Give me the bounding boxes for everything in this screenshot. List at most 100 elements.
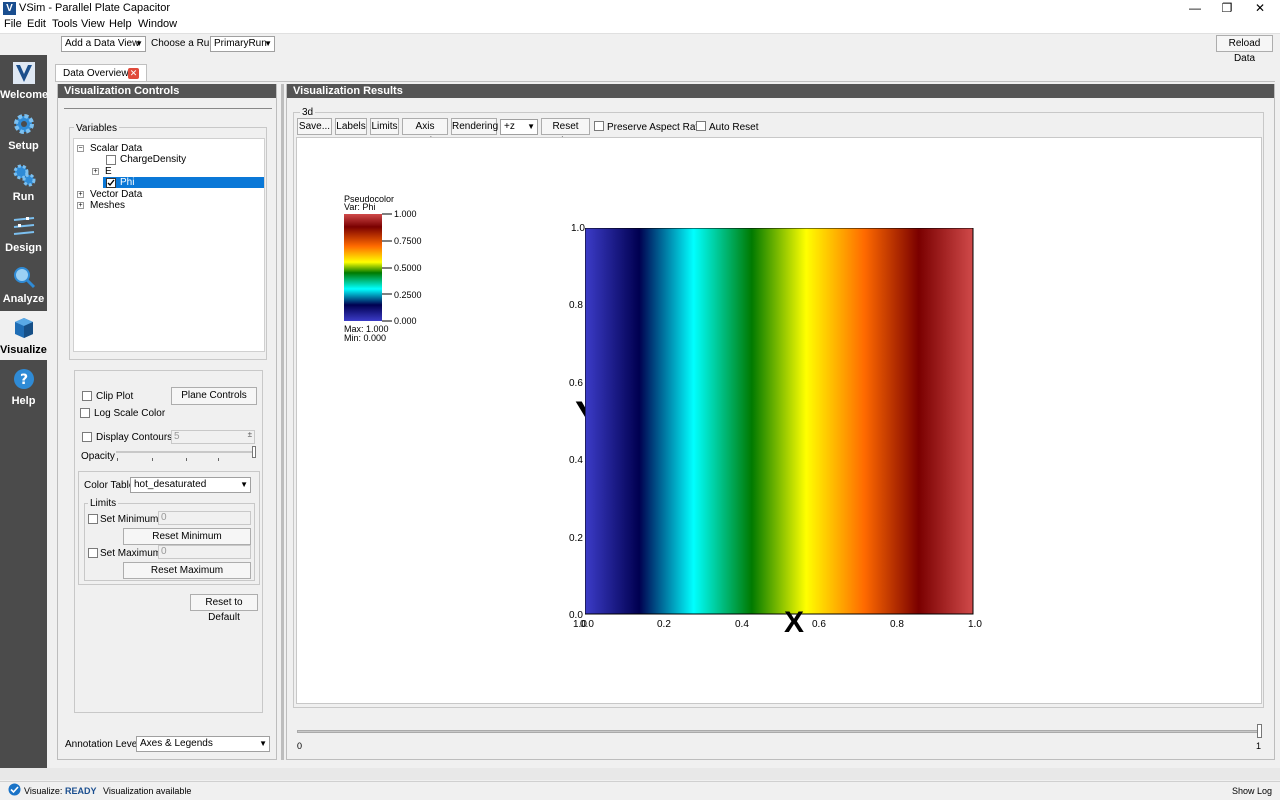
preserve-aspect-checkbox[interactable]	[594, 121, 604, 131]
tab-divider	[55, 81, 1275, 82]
tree-item-chargedensity[interactable]: ChargeDensity	[120, 154, 186, 166]
legend-tick-label: 0.7500	[394, 236, 422, 246]
expand-icon[interactable]: +	[77, 202, 84, 209]
restore-icon[interactable]: ❐	[1210, 0, 1244, 17]
close-tab-icon[interactable]: ✕	[128, 68, 139, 79]
y-tick-label: 0.8	[569, 300, 583, 311]
show-log-button[interactable]: Show Log	[1232, 786, 1272, 796]
sidebar-item-welcome[interactable]: Welcome	[0, 56, 49, 105]
legend-min: Min: 0.000	[344, 333, 387, 343]
labels-button[interactable]: Labels	[335, 118, 367, 135]
sidebar-item-run[interactable]: Run	[0, 158, 47, 207]
sidebar-item-design[interactable]: Design	[0, 209, 47, 258]
add-data-view-select[interactable]: Add a Data View ▼	[61, 36, 146, 52]
panel-splitter[interactable]	[281, 84, 284, 760]
menu-tools[interactable]: Tools	[52, 18, 78, 30]
view-direction-select[interactable]: +z ▼	[500, 119, 538, 135]
clip-plot-checkbox[interactable]	[82, 391, 92, 401]
phi-checkbox[interactable]	[106, 178, 116, 188]
maximum-input[interactable]: 0	[158, 545, 251, 559]
auto-reset-checkbox[interactable]	[696, 121, 706, 131]
sidebar-label: Welcome	[0, 89, 49, 101]
display-contours-label: Display Contours	[96, 432, 173, 443]
x-tick-label: 1.0	[968, 619, 982, 630]
display-contours-checkbox[interactable]	[82, 432, 92, 442]
limits-button[interactable]: Limits	[370, 118, 399, 135]
minimum-input[interactable]: 0	[158, 511, 251, 525]
opacity-tick	[117, 458, 118, 461]
menu-view[interactable]: View	[81, 18, 105, 30]
reset-minimum-button[interactable]: Reset Minimum	[123, 528, 251, 545]
reset-to-default-button[interactable]: Reset to Default	[190, 594, 258, 623]
expand-icon[interactable]: +	[92, 168, 99, 175]
ready-check-icon	[8, 783, 21, 796]
legend-tick-label: 0.000	[394, 316, 417, 326]
annotation-level-value: Axes & Legends	[140, 738, 213, 749]
sidebar-label: Design	[5, 242, 42, 254]
x-tick-label: 0.4	[735, 619, 749, 630]
viz-group-title: 3d	[300, 107, 316, 118]
x-axis-label: X	[784, 606, 805, 634]
menu-file[interactable]: File	[4, 18, 22, 30]
chargedensity-checkbox[interactable]	[106, 155, 116, 165]
sidebar-label: Visualize	[0, 344, 47, 356]
log-scale-checkbox[interactable]	[80, 408, 90, 418]
log-scale-label: Log Scale Color	[94, 408, 166, 419]
menu-help[interactable]: Help	[109, 18, 132, 30]
heatmap-field	[585, 228, 974, 615]
set-minimum-checkbox[interactable]	[88, 514, 98, 524]
sidebar-label: Analyze	[2, 293, 45, 305]
gears-icon	[13, 164, 36, 187]
x-tick-label: 0.2	[657, 619, 671, 630]
status-state: READY	[65, 786, 97, 796]
choose-run-label: Choose a Run:	[151, 38, 218, 49]
sidebar-item-setup[interactable]: Setup	[0, 107, 47, 156]
choose-run-select[interactable]: PrimaryRun ▼	[210, 36, 275, 52]
x-tick-label: 0.6	[812, 619, 826, 630]
sidebar-item-analyze[interactable]: Analyze	[0, 260, 47, 309]
chevron-down-icon: ▼	[259, 739, 267, 748]
spin-arrows-icon[interactable]: ±	[248, 429, 252, 441]
tab-data-overview[interactable]: Data Overview1 ✕	[55, 64, 147, 82]
expand-icon[interactable]: +	[77, 191, 84, 198]
color-table-label: Color Table	[84, 480, 135, 491]
menu-window[interactable]: Window	[138, 18, 177, 30]
menu-bar	[0, 17, 1280, 34]
axis-scale-button[interactable]: Axis Scale	[402, 118, 448, 147]
color-table-select[interactable]: hot_desaturated ▼	[130, 477, 251, 493]
time-slider-handle[interactable]	[1257, 724, 1262, 738]
app-logo-icon: V	[3, 2, 16, 15]
time-slider-track[interactable]	[297, 730, 1259, 733]
gear-icon	[14, 114, 34, 134]
save-button[interactable]: Save...	[297, 118, 332, 135]
tree-item-meshes[interactable]: Meshes	[90, 200, 125, 212]
menu-edit[interactable]: Edit	[27, 18, 46, 30]
minimize-icon[interactable]: —	[1178, 0, 1212, 17]
set-maximum-checkbox[interactable]	[88, 548, 98, 558]
y-tick-label: 0.4	[569, 455, 583, 466]
controls-separator	[64, 108, 272, 109]
variables-tree[interactable]	[73, 138, 265, 352]
reset-maximum-button[interactable]: Reset Maximum	[123, 562, 251, 579]
opacity-slider-track[interactable]	[116, 451, 256, 453]
phi-heatmap	[585, 228, 974, 615]
y-tick-label: 1.0	[571, 223, 585, 234]
tree-item-phi[interactable]: Phi	[120, 177, 134, 189]
annotation-level-label: Annotation Level:	[65, 739, 143, 750]
rendering-button[interactable]: Rendering	[451, 118, 498, 135]
title-bar	[0, 0, 1280, 17]
close-window-icon[interactable]: ✕	[1243, 0, 1277, 17]
chevron-down-icon: ▼	[264, 39, 272, 48]
sidebar-item-help[interactable]: ? Help	[0, 362, 47, 411]
collapse-icon[interactable]: −	[77, 145, 84, 152]
reset-view-button[interactable]: Reset View	[541, 118, 590, 147]
sidebar-label: Setup	[8, 140, 39, 152]
opacity-slider-handle[interactable]	[252, 446, 256, 458]
color-table-value: hot_desaturated	[134, 479, 207, 490]
sidebar-item-visualize[interactable]: Visualize	[0, 311, 47, 360]
contours-spinbox[interactable]: 5 ±	[171, 430, 255, 444]
annotation-level-select[interactable]: Axes & Legends ▼	[136, 736, 270, 752]
plane-controls-button[interactable]: Plane Controls	[171, 387, 257, 405]
reload-data-button[interactable]: Reload Data	[1216, 35, 1273, 64]
vsim-logo-icon	[13, 62, 35, 84]
